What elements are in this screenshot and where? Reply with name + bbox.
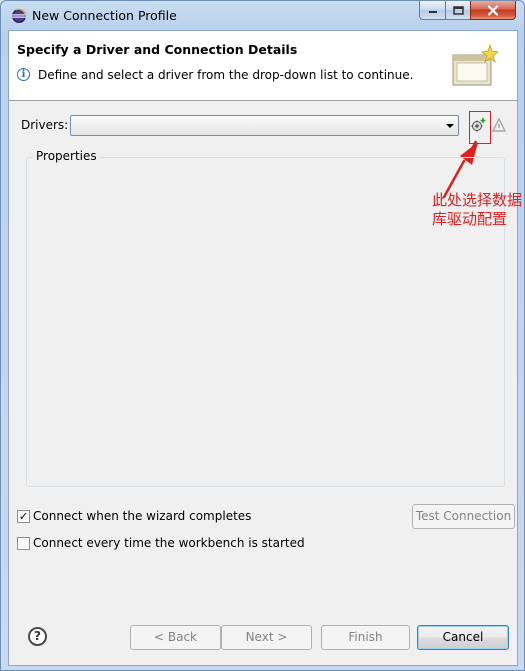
edit-driver-definition-icon[interactable] xyxy=(491,117,507,133)
close-button[interactable] xyxy=(470,1,516,20)
new-connection-profile-window: New Connection Profile Specify a Driver … xyxy=(0,0,525,671)
dialog-content: Specify a Driver and Connection Details … xyxy=(8,30,522,666)
test-connection-button[interactable]: Test Connection xyxy=(412,504,515,529)
wizard-banner-icon xyxy=(452,43,499,86)
drivers-dropdown[interactable] xyxy=(70,115,459,136)
chevron-down-icon xyxy=(446,124,454,128)
annotation-note: 此处选择数据库驱动配置 xyxy=(432,191,523,228)
info-icon: i xyxy=(17,68,30,81)
cancel-button[interactable]: Cancel xyxy=(417,625,509,650)
help-icon[interactable]: ? xyxy=(28,627,47,646)
back-button[interactable]: < Back xyxy=(130,625,221,650)
maximize-button[interactable] xyxy=(445,1,471,20)
wizard-banner: Specify a Driver and Connection Details … xyxy=(9,31,517,101)
connect-on-startup-checkbox[interactable] xyxy=(17,537,30,550)
minimize-icon xyxy=(428,11,437,13)
eclipse-icon xyxy=(12,8,26,23)
minimize-button[interactable] xyxy=(419,1,446,20)
connect-on-finish-label[interactable]: Connect when the wizard completes xyxy=(33,509,251,523)
next-button[interactable]: Next > xyxy=(221,625,312,650)
connect-on-startup-label[interactable]: Connect every time the workbench is star… xyxy=(33,536,305,550)
window-title: New Connection Profile xyxy=(32,8,177,23)
drivers-label: Drivers: xyxy=(21,118,69,132)
properties-label: Properties xyxy=(33,149,100,163)
maximize-icon xyxy=(452,5,464,15)
page-description: Define and select a driver from the drop… xyxy=(38,68,414,82)
page-title: Specify a Driver and Connection Details xyxy=(17,42,298,57)
connect-on-finish-checkbox[interactable]: ✓ xyxy=(17,510,30,523)
finish-button[interactable]: Finish xyxy=(321,625,410,650)
close-icon xyxy=(487,4,499,16)
title-bar[interactable]: New Connection Profile xyxy=(1,1,524,30)
